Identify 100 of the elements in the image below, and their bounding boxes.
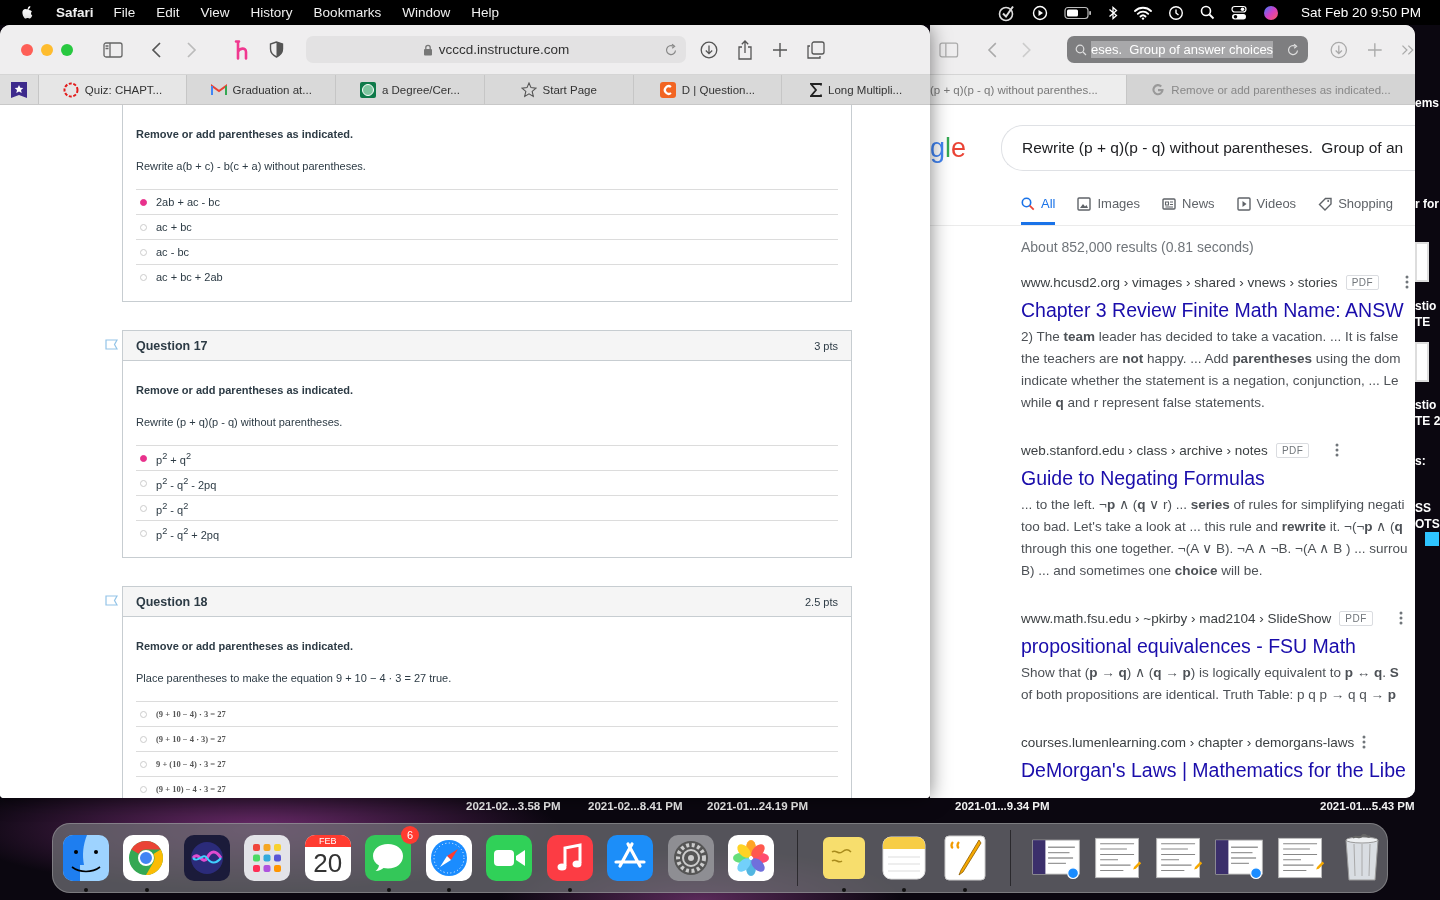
answer-option[interactable]: ac + bc [156,221,192,233]
search-tab[interactable]: Videos [1236,186,1297,225]
browser-tab[interactable]: Quiz: CHAPT... [37,75,187,104]
result-title-link[interactable]: Guide to Negating Formulas [1021,464,1415,492]
sidebar-icon[interactable] [103,41,123,58]
result-title-link[interactable]: Chapter 3 Review Finite Math Name: ANSW [1021,296,1415,324]
close-button[interactable] [21,43,33,56]
more-icon[interactable] [1362,735,1367,749]
browser-tab[interactable]: D | Question... [632,75,782,104]
more-icon[interactable] [1405,275,1410,289]
answer-option[interactable]: (9 + 10 − 4) · 3 = 27 [156,709,226,719]
address-field[interactable]: vcccd.instructure.com [306,36,686,63]
flower-icon[interactable] [727,834,776,882]
result-title-link[interactable]: DeMorgan's Laws | Mathematics for the Libe [1021,756,1415,784]
star-badge-icon[interactable] [9,80,28,99]
answer-option[interactable]: p$^{2}$ + q$^{2}$ [156,450,191,466]
menu-item[interactable]: View [200,5,230,20]
result-url[interactable]: www.math.fsu.edu › ~pkirby › mad2104 › SlideShow [1021,610,1332,626]
bluetooth-icon[interactable] [1107,4,1118,21]
search-icon[interactable] [1199,5,1215,20]
search-field[interactable]: Rewrite (p + q)(p - q) without parentheses. Group of an [1001,125,1415,171]
answer-option[interactable]: p$^{2}$ - q$^{2}$ + 2pq [156,525,220,541]
menu-item[interactable]: Window [402,5,451,20]
tabs-overview-icon[interactable] [807,40,825,59]
browser-tab[interactable]: Long Multipli... [781,75,930,104]
desktop-file-label[interactable]: TE [1415,315,1431,329]
apple-icon[interactable] [21,5,34,20]
menu-item[interactable]: File [113,5,136,20]
play-icon[interactable] [1031,4,1048,21]
radio-button[interactable] [140,198,147,206]
browser-tab[interactable]: (p + q)(p - q) without parenthes... [930,75,1126,104]
clock-icon[interactable] [1167,4,1184,21]
toggle-icon[interactable] [1230,4,1247,21]
file-thumbnail[interactable] [1415,242,1429,282]
reload-icon[interactable] [665,43,678,57]
browser-tab[interactable]: Start Page [483,75,633,104]
video-camera-icon[interactable] [485,834,534,882]
reload-icon[interactable] [1287,42,1301,57]
desktop-file-label[interactable]: 2021-02...3.58 PM [466,800,561,813]
menu-item[interactable]: History [250,5,293,20]
letter-a-icon[interactable] [606,834,655,882]
check-circle-icon[interactable] [997,3,1016,22]
answer-option[interactable]: 2ab + ac - bc [156,196,220,208]
result-title-link[interactable]: propositional equivalences - FSU Math [1021,632,1415,660]
shield-icon[interactable] [269,41,284,58]
result-url[interactable]: www.hcusd2.org › vimages › shared › vnews › stories [1021,274,1338,290]
result-url[interactable]: web.stanford.edu › class › archive › notes [1021,442,1268,458]
gear-icon[interactable] [666,834,715,882]
letter-h-icon[interactable] [234,39,250,60]
search-tab[interactable]: All [1021,186,1056,225]
menu-clock[interactable]: Sat Feb 20 9:50 PM [1300,5,1421,20]
desktop-file-label[interactable]: 2021-01...5.43 PM [1320,800,1415,813]
answer-option[interactable]: ac + bc + 2ab [156,271,223,283]
desktop-file-label[interactable]: stio [1415,299,1437,313]
search-tab[interactable]: Images [1077,186,1141,225]
desktop-file-label[interactable]: 2021-01...24.19 PM [707,800,808,813]
desktop-file-label[interactable]: TE 2 [1415,414,1440,428]
menu-app-name[interactable]: Safari [56,5,94,20]
search-tab[interactable]: Shopping [1318,186,1394,225]
back-icon[interactable] [151,40,163,59]
answer-option[interactable]: p$^{2}$ - q$^{2}$ [156,500,189,516]
answer-option[interactable]: p$^{2}$ - q$^{2}$ - 2pq [156,475,217,491]
desktop-file-label[interactable]: SS [1415,501,1431,515]
result-url[interactable]: courses.lumenlearning.com › chapter › demorgans-laws [1021,734,1355,750]
calendar-icon[interactable]: FEB 20 [304,835,351,881]
answer-option[interactable]: (9 + 10) − 4 · 3 = 27 [156,784,226,794]
desktop-file-label[interactable]: ems [1415,96,1440,110]
grid-icon[interactable] [243,834,292,882]
download-icon[interactable] [700,40,718,59]
desktop-file-label[interactable]: s: [1415,454,1426,468]
share-icon[interactable] [737,39,753,60]
desktop-file-label[interactable]: 2021-02...8.41 PM [588,800,683,813]
desktop-file-label[interactable]: OTS [1415,517,1440,531]
music-note-icon[interactable] [545,834,594,882]
browser-tab[interactable]: a Degree/Cer... [335,75,484,104]
search-tab[interactable]: News [1162,186,1215,225]
battery-icon[interactable] [1063,5,1092,20]
menu-item[interactable]: Help [471,5,499,20]
answer-option[interactable]: 9 + (10 − 4) · 3 = 27 [156,759,226,769]
orb-icon[interactable] [182,834,231,882]
notepad-icon[interactable] [880,834,929,882]
wifi-icon[interactable] [1133,5,1152,20]
orb-icon[interactable] [1262,4,1279,21]
logo-text[interactable]: gle [930,132,970,164]
plus-icon[interactable] [772,41,788,58]
desktop-file-label[interactable]: r for [1415,197,1439,211]
radio-button[interactable] [140,454,147,462]
more-icon[interactable] [1335,443,1340,457]
file-thumbnail[interactable] [1425,532,1439,546]
menu-item[interactable]: Edit [156,5,180,20]
desktop-file-label[interactable]: stio [1415,398,1437,412]
answer-option[interactable]: ac - bc [156,246,189,258]
more-icon[interactable] [1398,611,1403,625]
smiling-face-icon[interactable] [61,834,110,882]
desktop-file-label[interactable]: 2021-01...9.34 PM [955,800,1050,813]
compass-icon[interactable] [424,834,473,882]
file-thumbnail[interactable] [1415,342,1429,382]
browser-tab[interactable]: Graduation at... [186,75,336,104]
menu-item[interactable]: Bookmarks [313,5,382,20]
answer-option[interactable]: (9 + 10 − 4 · 3) = 27 [156,734,226,744]
